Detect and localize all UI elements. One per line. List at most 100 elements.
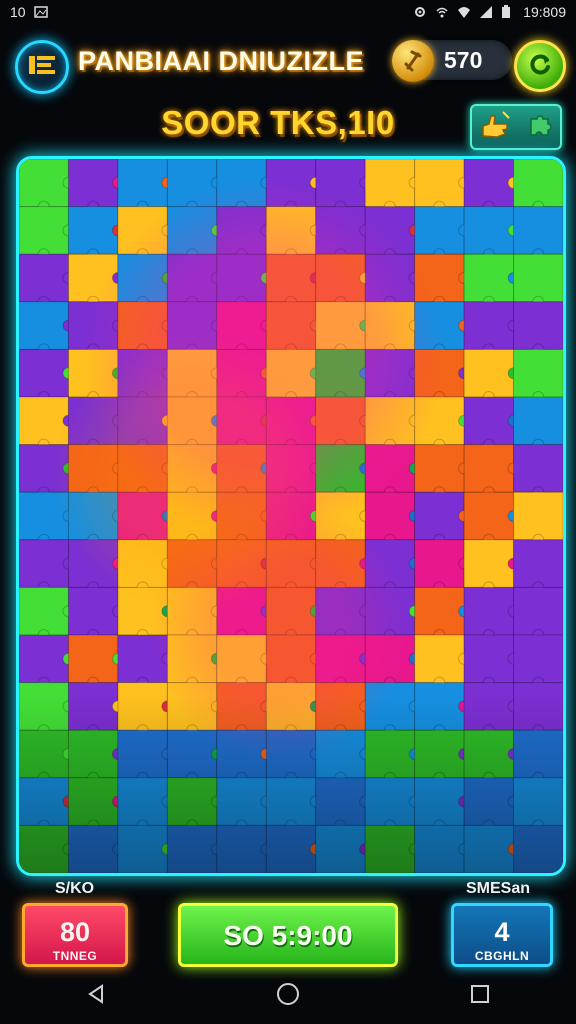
puzzle-piece[interactable]: [315, 777, 366, 826]
puzzle-piece[interactable]: [67, 729, 119, 779]
puzzle-piece[interactable]: [315, 444, 366, 493]
puzzle-piece[interactable]: [117, 348, 168, 398]
puzzle-piece[interactable]: [166, 206, 218, 255]
refresh-button[interactable]: [514, 40, 566, 92]
puzzle-piece[interactable]: [117, 396, 168, 446]
puzzle-piece[interactable]: [315, 824, 366, 873]
puzzle-piece[interactable]: [364, 824, 416, 873]
puzzle-piece[interactable]: [513, 729, 563, 779]
menu-button[interactable]: [15, 40, 69, 94]
puzzle-piece[interactable]: [513, 682, 563, 731]
puzzle-piece[interactable]: [364, 301, 416, 350]
puzzle-piece[interactable]: [166, 301, 218, 350]
puzzle-piece[interactable]: [315, 634, 366, 684]
puzzle-piece[interactable]: [19, 206, 69, 255]
puzzle-piece[interactable]: [265, 301, 317, 350]
puzzle-piece[interactable]: [463, 491, 515, 541]
puzzle-piece[interactable]: [67, 777, 119, 826]
puzzle-piece[interactable]: [166, 729, 218, 779]
puzzle-piece[interactable]: [414, 444, 465, 493]
puzzle-piece[interactable]: [315, 301, 366, 350]
puzzle-piece[interactable]: [67, 682, 119, 731]
puzzle-piece[interactable]: [463, 253, 515, 303]
puzzle-piece[interactable]: [463, 348, 515, 398]
puzzle-piece[interactable]: [513, 824, 563, 873]
puzzle-piece[interactable]: [463, 777, 515, 826]
puzzle-piece[interactable]: [414, 682, 465, 731]
puzzle-piece[interactable]: [364, 206, 416, 255]
puzzle-piece[interactable]: [364, 444, 416, 493]
puzzle-piece[interactable]: [19, 586, 69, 636]
puzzle-piece[interactable]: [364, 634, 416, 684]
puzzle-piece[interactable]: [315, 729, 366, 779]
puzzle-piece[interactable]: [166, 444, 218, 493]
puzzle-piece[interactable]: [265, 159, 317, 208]
puzzle-piece[interactable]: [364, 348, 416, 398]
puzzle-piece[interactable]: [265, 253, 317, 303]
puzzle-piece[interactable]: [315, 206, 366, 255]
puzzle-piece[interactable]: [19, 491, 69, 541]
puzzle-piece[interactable]: [364, 539, 416, 588]
puzzle-piece[interactable]: [315, 253, 366, 303]
puzzle-piece[interactable]: [265, 586, 317, 636]
puzzle-piece[interactable]: [513, 301, 563, 350]
puzzle-piece[interactable]: [166, 634, 218, 684]
puzzle-piece[interactable]: [364, 682, 416, 731]
puzzle-piece[interactable]: [463, 682, 515, 731]
puzzle-piece[interactable]: [463, 634, 515, 684]
puzzle-piece[interactable]: [117, 206, 168, 255]
puzzle-piece[interactable]: [364, 586, 416, 636]
puzzle-piece[interactable]: [265, 396, 317, 446]
puzzle-piece[interactable]: [117, 539, 168, 588]
puzzle-piece[interactable]: [463, 206, 515, 255]
timer-box[interactable]: SO 5:9:00: [178, 903, 398, 967]
puzzle-piece[interactable]: [414, 824, 465, 873]
puzzle-piece[interactable]: [216, 301, 267, 350]
puzzle-piece[interactable]: [513, 159, 563, 208]
puzzle-piece[interactable]: [265, 348, 317, 398]
puzzle-piece[interactable]: [513, 777, 563, 826]
puzzle-piece[interactable]: [19, 777, 69, 826]
puzzle-piece[interactable]: [19, 729, 69, 779]
puzzle-piece[interactable]: [216, 206, 267, 255]
puzzle-piece[interactable]: [166, 396, 218, 446]
recents-icon[interactable]: [468, 982, 492, 1011]
puzzle-piece[interactable]: [19, 396, 69, 446]
puzzle-piece[interactable]: [315, 539, 366, 588]
puzzle-piece[interactable]: [166, 348, 218, 398]
puzzle-piece[interactable]: [315, 396, 366, 446]
puzzle-piece[interactable]: [513, 444, 563, 493]
puzzle-piece[interactable]: [67, 586, 119, 636]
puzzle-piece[interactable]: [265, 777, 317, 826]
puzzle-piece[interactable]: [19, 634, 69, 684]
puzzle-piece[interactable]: [463, 301, 515, 350]
puzzle-piece[interactable]: [265, 539, 317, 588]
puzzle-piece[interactable]: [166, 586, 218, 636]
puzzle-piece[interactable]: [513, 539, 563, 588]
puzzle-piece[interactable]: [463, 444, 515, 493]
puzzle-piece[interactable]: [315, 159, 366, 208]
puzzle-piece[interactable]: [265, 634, 317, 684]
puzzle-piece[interactable]: [19, 301, 69, 350]
puzzle-piece[interactable]: [19, 253, 69, 303]
back-icon[interactable]: [84, 982, 108, 1011]
puzzle-piece[interactable]: [315, 348, 366, 398]
puzzle-piece[interactable]: [463, 729, 515, 779]
puzzle-piece[interactable]: [67, 824, 119, 873]
puzzle-piece[interactable]: [364, 159, 416, 208]
puzzle-piece[interactable]: [19, 444, 69, 493]
puzzle-piece[interactable]: [513, 253, 563, 303]
puzzle-piece[interactable]: [67, 444, 119, 493]
puzzle-piece[interactable]: [463, 824, 515, 873]
puzzle-piece[interactable]: [67, 301, 119, 350]
puzzle-piece[interactable]: [117, 729, 168, 779]
puzzle-piece[interactable]: [414, 396, 465, 446]
puzzle-piece[interactable]: [463, 159, 515, 208]
puzzle-piece[interactable]: [67, 634, 119, 684]
puzzle-piece[interactable]: [19, 824, 69, 873]
puzzle-piece[interactable]: [414, 586, 465, 636]
puzzle-piece[interactable]: [19, 348, 69, 398]
puzzle-piece[interactable]: [315, 586, 366, 636]
puzzle-piece[interactable]: [265, 206, 317, 255]
puzzle-piece[interactable]: [315, 682, 366, 731]
